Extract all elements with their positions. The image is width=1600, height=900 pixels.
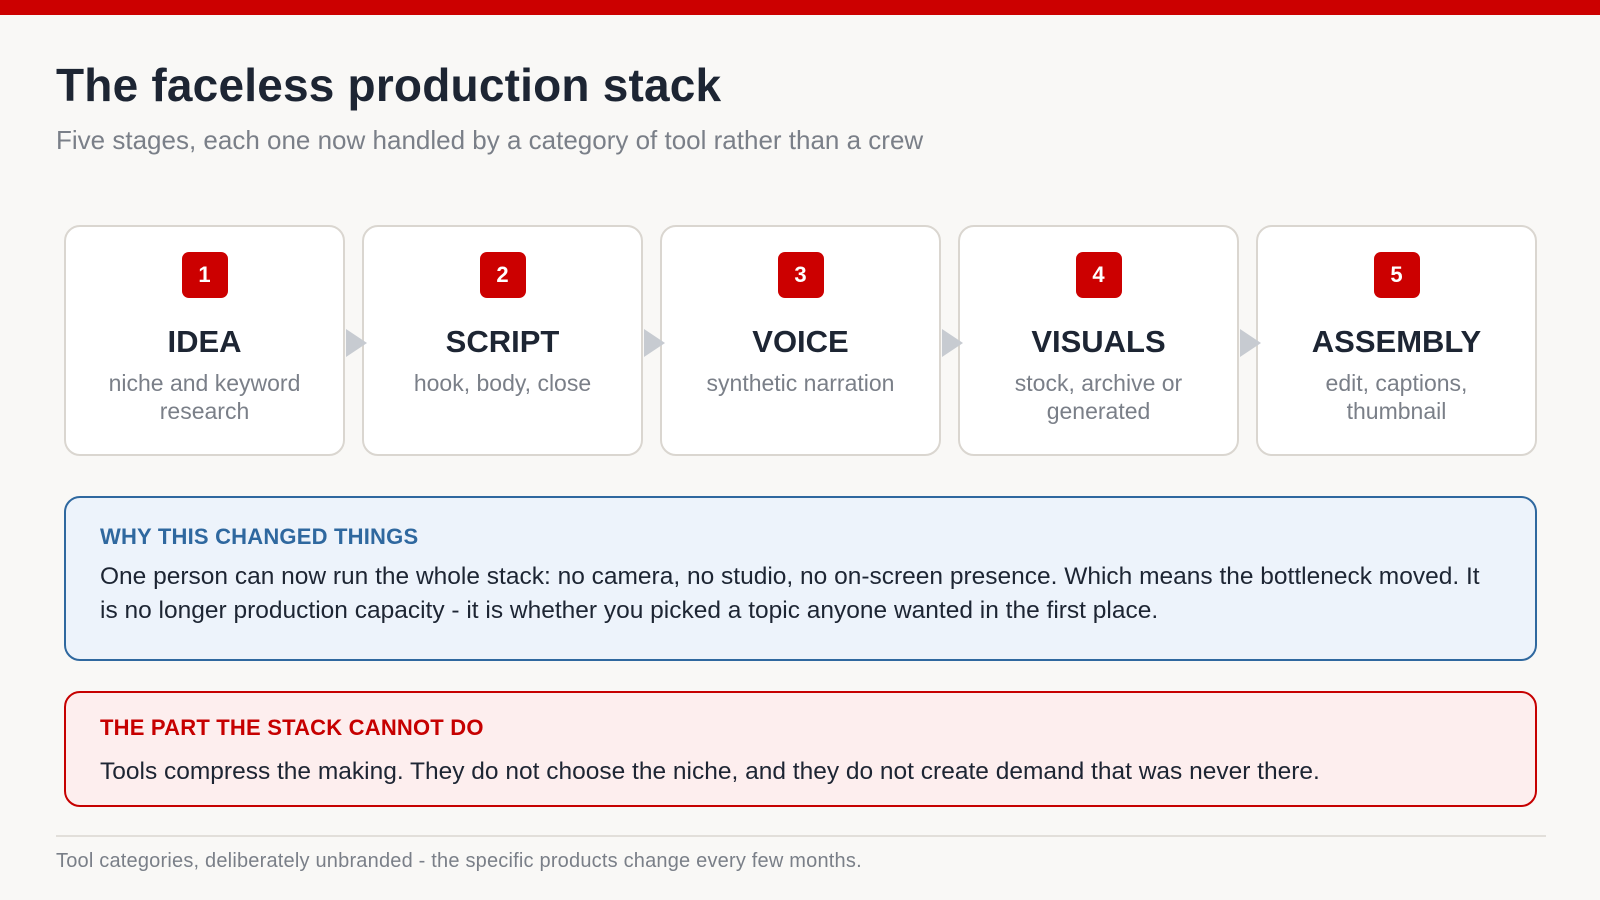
stage-name: IDEA: [167, 324, 242, 359]
arrow-right-icon: [1240, 329, 1261, 357]
footnote: Tool categories, deliberately unbranded …: [56, 850, 862, 872]
callout-body: One person can now run the whole stack: …: [100, 563, 1480, 624]
arrow-right-icon: [644, 329, 665, 357]
stage-description: niche and keyword research: [108, 370, 301, 424]
stage-name: SCRIPT: [445, 324, 560, 359]
stage-number-badge: 5: [1373, 252, 1420, 298]
stage-description: synthetic narration: [706, 370, 895, 396]
callout-heading: THE PART THE STACK CANNOT DO: [100, 715, 484, 740]
stage-description: hook, body, close: [413, 370, 592, 396]
stage-name: ASSEMBLY: [1311, 324, 1482, 359]
stage-description: edit, captions, thumbnail: [1325, 370, 1468, 424]
callout-why-changed: WHY THIS CHANGED THINGS One person can n…: [64, 496, 1537, 661]
stage-name: VISUALS: [1031, 324, 1166, 359]
arrow-right-icon: [346, 329, 367, 357]
stage-card-idea: 1 IDEA niche and keyword research: [64, 225, 367, 456]
stage-card-voice: 3 VOICE synthetic narration: [660, 225, 963, 456]
stage-card-assembly: 5 ASSEMBLY edit, captions, thumbnail: [1256, 225, 1537, 456]
arrow-right-icon: [942, 329, 963, 357]
stage-card-script: 2 SCRIPT hook, body, close: [362, 225, 665, 456]
stage-number-badge: 2: [479, 252, 526, 298]
stage-card-visuals: 4 VISUALS stock, archive or generated: [958, 225, 1261, 456]
stage-description: stock, archive or generated: [1014, 370, 1183, 424]
accent-top-bar: [0, 0, 1600, 15]
footer-divider: [56, 835, 1546, 837]
slide: The faceless production stack Five stage…: [0, 0, 1600, 900]
stage-number-badge: 4: [1075, 252, 1122, 298]
stage-name: VOICE: [752, 324, 849, 359]
callout-stack-limits: THE PART THE STACK CANNOT DO Tools compr…: [64, 691, 1537, 807]
page-subtitle: Five stages, each one now handled by a c…: [56, 125, 924, 155]
callout-body: Tools compress the making. They do not c…: [100, 758, 1320, 785]
callout-heading: WHY THIS CHANGED THINGS: [100, 524, 419, 549]
stage-number-badge: 3: [777, 252, 824, 298]
stage-number-badge: 1: [181, 252, 228, 298]
page-title: The faceless production stack: [56, 59, 722, 111]
stage-flow: 1 IDEA niche and keyword research 2 SCRI…: [64, 225, 1537, 456]
